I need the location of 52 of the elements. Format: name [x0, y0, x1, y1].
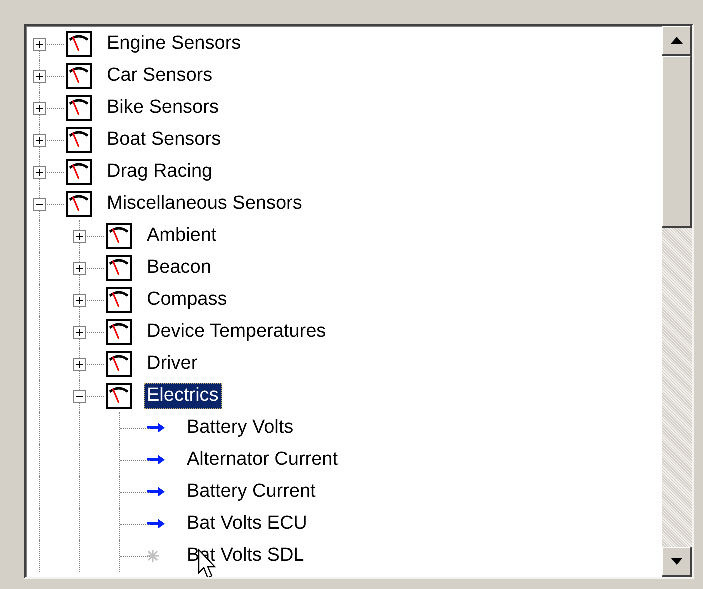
tree-item[interactable]: Miscellaneous Sensors	[104, 191, 306, 217]
tree-item[interactable]: Ambient	[144, 223, 220, 249]
tree-item[interactable]: Driver	[144, 351, 201, 377]
arrow-icon	[146, 454, 166, 466]
gauge-icon	[66, 159, 92, 185]
down-triangle-icon	[670, 558, 682, 565]
tree-item[interactable]: Bike Sensors	[104, 95, 222, 121]
gauge-icon	[66, 191, 92, 217]
tree-item[interactable]: Boat Sensors	[104, 127, 224, 153]
expand-icon[interactable]	[33, 38, 46, 51]
tree-item[interactable]: Battery Volts	[184, 415, 297, 441]
tree-item[interactable]: Bat Volts ECU	[184, 511, 310, 537]
arrow-icon	[146, 486, 166, 498]
expand-icon[interactable]	[33, 102, 46, 115]
tree-item[interactable]: Drag Racing	[104, 159, 216, 185]
tree-view[interactable]	[24, 24, 694, 579]
scroll-thumb[interactable]	[662, 56, 692, 228]
scroll-down-button[interactable]	[662, 547, 692, 577]
expand-icon[interactable]	[73, 358, 86, 371]
expand-icon[interactable]	[73, 230, 86, 243]
collapse-icon[interactable]	[33, 198, 46, 211]
gauge-icon	[106, 351, 132, 377]
expand-icon[interactable]	[33, 70, 46, 83]
gauge-icon	[106, 287, 132, 313]
scroll-up-button[interactable]	[662, 26, 692, 56]
up-triangle-icon	[670, 37, 682, 44]
arrow-icon	[146, 518, 166, 530]
collapse-icon[interactable]	[73, 390, 86, 403]
gauge-icon	[106, 223, 132, 249]
gauge-icon	[106, 255, 132, 281]
tree-item[interactable]: Engine Sensors	[104, 31, 244, 57]
gauge-icon	[106, 383, 132, 409]
tree-item[interactable]: Beacon	[144, 255, 214, 281]
gauge-icon	[66, 127, 92, 153]
gauge-icon	[106, 319, 132, 345]
tree-item[interactable]: Car Sensors	[104, 63, 216, 89]
expand-icon[interactable]	[33, 166, 46, 179]
gauge-icon	[66, 31, 92, 57]
tree-item[interactable]: Alternator Current	[184, 447, 342, 473]
expand-icon[interactable]	[33, 134, 46, 147]
gauge-icon	[66, 63, 92, 89]
asterisk-icon	[146, 549, 160, 563]
expand-icon[interactable]	[73, 262, 86, 275]
tree-item[interactable]: Electrics	[144, 383, 222, 409]
tree-item[interactable]: Device Temperatures	[144, 319, 330, 345]
expand-icon[interactable]	[73, 326, 86, 339]
arrow-icon	[146, 422, 166, 434]
gauge-icon	[66, 95, 92, 121]
tree-item[interactable]: Battery Current	[184, 479, 319, 505]
tree-item[interactable]: Compass	[144, 287, 230, 313]
scrollbar[interactable]	[662, 26, 692, 577]
expand-icon[interactable]	[73, 294, 86, 307]
